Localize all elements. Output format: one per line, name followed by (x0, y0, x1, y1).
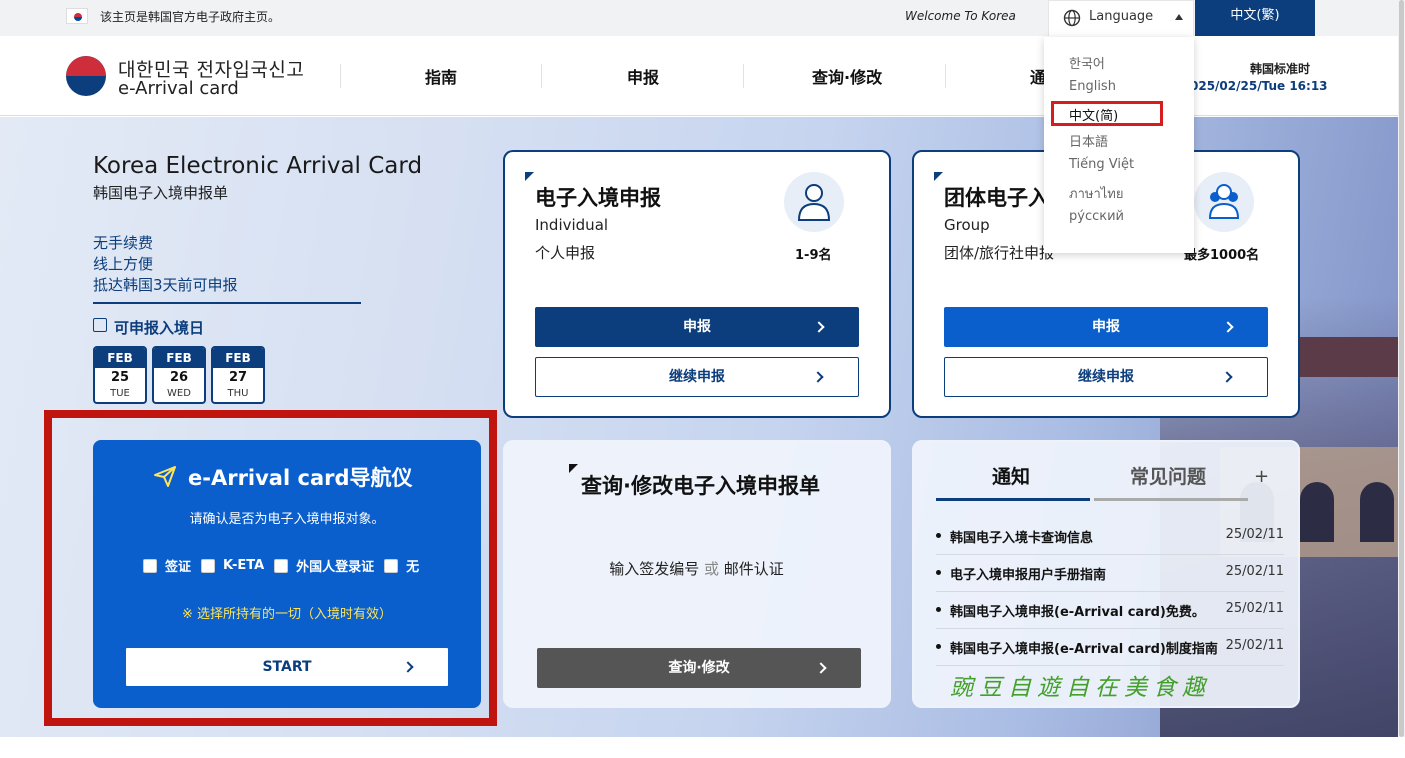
language-option-english[interactable]: English (1069, 79, 1116, 94)
chevron-right-icon (815, 662, 827, 674)
group-continue-button[interactable]: 继续申报 (944, 357, 1268, 397)
notice-item[interactable]: 电子入境申报用户手册指南 25/02/11 (936, 555, 1284, 592)
nav-divider (541, 64, 542, 88)
group-title: 团体电子入 (944, 186, 1049, 210)
nav-divider (945, 64, 946, 88)
korea-flag-icon (66, 8, 88, 24)
tab-faq[interactable]: 常见问题 (1130, 462, 1206, 489)
caret-up-icon (1175, 14, 1183, 20)
language-option-korean[interactable]: 한국어 (1069, 53, 1105, 72)
chevron-right-icon (812, 371, 824, 383)
chevron-right-icon (813, 321, 825, 333)
person-icon (784, 172, 844, 232)
language-option-japanese[interactable]: 日本語 (1069, 131, 1108, 150)
nav-divider (340, 64, 341, 88)
group-zh: 团体/旅行社申报 (944, 244, 1055, 262)
individual-zh: 个人申报 (535, 244, 596, 262)
feature-item: 抵达韩国3天前可申报 (93, 276, 238, 294)
highlight-annotation-box (44, 410, 497, 726)
nav-declare[interactable]: 申报 (627, 64, 659, 88)
selected-language-highlight (1051, 101, 1163, 126)
language-option-russian[interactable]: рýсский (1069, 209, 1124, 224)
group-apply-button[interactable]: 申报 (944, 307, 1268, 347)
nav-search-modify[interactable]: 查询·修改 (812, 64, 882, 88)
language-option-vietnamese[interactable]: Tiếng Việt (1069, 157, 1134, 172)
individual-en: Individual (535, 216, 609, 234)
individual-apply-button[interactable]: 申报 (535, 307, 859, 347)
page-bottom (0, 737, 1398, 758)
more-plus-icon[interactable]: + (1254, 466, 1269, 487)
globe-icon (1063, 9, 1081, 27)
notice-item[interactable]: 韩国电子入境卡查询信息 25/02/11 (936, 518, 1284, 555)
group-en: Group (944, 216, 990, 234)
search-description: 输入签发编号 或 邮件认证 (609, 560, 784, 578)
intro-subtitle: 韩国电子入境申报单 (93, 184, 229, 202)
language-option-thai[interactable]: ภาษาไทย (1069, 183, 1123, 204)
current-language-button[interactable]: 中文(繁) (1195, 0, 1315, 36)
kst-value: 025/02/25/Tue 16:13 (1190, 79, 1328, 93)
individual-count: 1-9名 (795, 248, 832, 263)
taegeuk-logo-icon[interactable] (66, 56, 106, 96)
tab-notice[interactable]: 通知 (992, 462, 1030, 489)
scrollbar[interactable] (1398, 0, 1405, 737)
intro-title: Korea Electronic Arrival Card (93, 153, 423, 179)
notice-item[interactable]: 韩国电子入境申报(e-Arrival card)制度指南 25/02/11 (936, 629, 1284, 666)
individual-continue-button[interactable]: 继续申报 (535, 357, 859, 397)
language-label: Language (1089, 9, 1154, 24)
nav-divider (743, 64, 744, 88)
date-chip: FEB 26 WED (152, 346, 206, 404)
search-title: 查询·修改电子入境申报单 (581, 474, 820, 498)
available-dates-title: 可申报入境日 (114, 319, 205, 337)
nav-guide[interactable]: 指南 (425, 64, 457, 88)
group-count: 最多1000名 (1184, 248, 1260, 263)
language-dropdown: 한국어 English 中文(简) 日本語 Tiếng Việt ภาษาไทย… (1044, 37, 1194, 253)
chevron-right-icon (1221, 371, 1233, 383)
logo-english-text[interactable]: e-Arrival card (118, 78, 239, 99)
language-selector[interactable]: Language (1048, 0, 1194, 36)
kst-label: 韩国标准时 (1250, 62, 1311, 76)
group-people-icon (1194, 172, 1254, 232)
date-chip: FEB 25 TUE (93, 346, 147, 404)
notice-item[interactable]: 韩国电子入境申报(e-Arrival card)免费。 25/02/11 (936, 592, 1284, 629)
welcome-text: Welcome To Korea (905, 9, 1016, 23)
search-modify-card: 查询·修改电子入境申报单 输入签发编号 或 邮件认证 查询·修改 (503, 440, 891, 708)
site-header: 대한민국 전자입국신고 e-Arrival card 指南 申报 查询·修改 通… (0, 36, 1405, 116)
individual-declaration-card: 电子入境申报 Individual 个人申报 1-9名 申报 继续申报 (503, 150, 891, 418)
official-site-notice: 该主页是韩国官方电子政府主页。 (100, 10, 281, 24)
feature-item: 线上方便 (93, 255, 154, 273)
date-chip: FEB 27 THU (211, 346, 265, 404)
watermark-text: 豌豆自遊自在美食趣 (950, 675, 1211, 701)
feature-item: 无手续费 (93, 234, 154, 252)
chevron-right-icon (1222, 321, 1234, 333)
individual-title: 电子入境申报 (535, 186, 661, 210)
intro-divider (93, 302, 361, 304)
search-modify-button[interactable]: 查询·修改 (537, 648, 861, 688)
